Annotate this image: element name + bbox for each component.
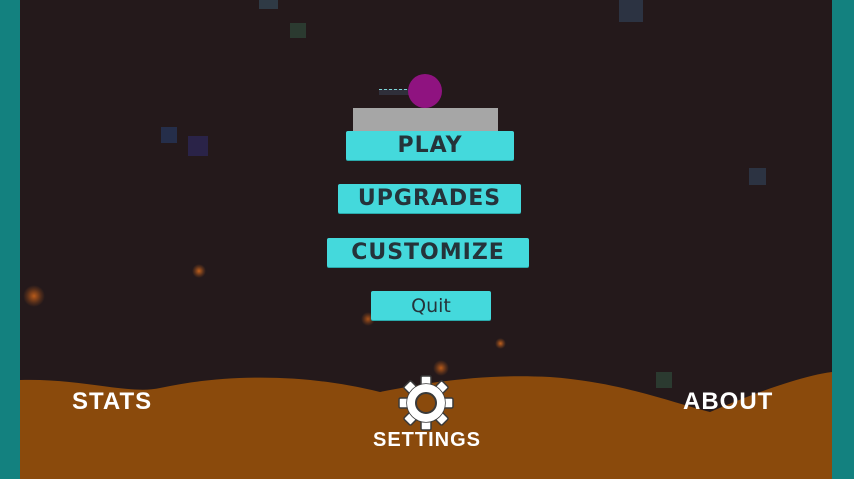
play-button[interactable]: PLAY <box>346 131 514 160</box>
settings-label[interactable]: SETTINGS <box>373 429 481 452</box>
about-button[interactable]: ABOUT <box>683 388 773 416</box>
stats-button[interactable]: STATS <box>72 388 152 416</box>
platform <box>353 108 498 131</box>
game-stage: PLAY UPGRADES CUSTOMIZE Quit STATS ABOUT… <box>20 0 832 479</box>
customize-button[interactable]: CUSTOMIZE <box>327 238 529 267</box>
player-ball <box>408 74 442 108</box>
gear-icon[interactable] <box>396 374 456 432</box>
upgrades-button[interactable]: UPGRADES <box>338 184 521 213</box>
right-frame <box>832 0 854 479</box>
left-frame <box>0 0 20 479</box>
quit-button[interactable]: Quit <box>371 291 491 320</box>
